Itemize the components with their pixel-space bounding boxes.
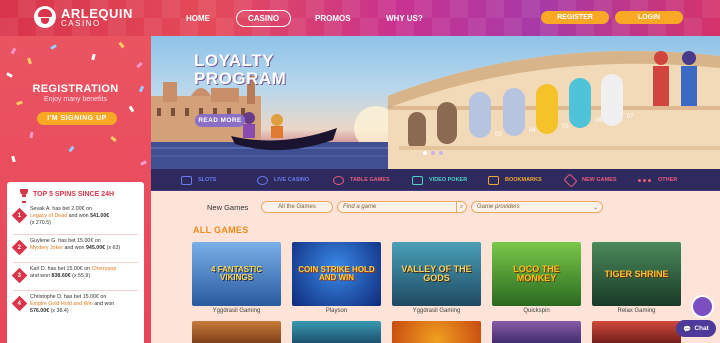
bookmark-icon xyxy=(488,175,499,185)
search-input[interactable]: Find a game ⌕ xyxy=(337,201,467,213)
logo-name: ARLEQUIN xyxy=(61,5,133,21)
game-provider: Quickspin xyxy=(523,308,550,314)
loyalty-avatar-icon[interactable] xyxy=(691,295,714,318)
spin-player: Sevak A. has bet 2.00€ on xyxy=(30,206,92,212)
spin-multiplier: (x 63) xyxy=(106,245,121,251)
game-provider: Yggdrasil Gaming xyxy=(412,308,461,314)
game-provider: Yggdrasil Gaming xyxy=(212,308,261,314)
category-table-games[interactable]: TABLE GAMES xyxy=(333,169,390,191)
game-thumbnail[interactable]: VALLEY OF THE GODS xyxy=(392,242,481,306)
spin-player: Christophe D. has bet 15.00€ on xyxy=(30,294,107,300)
game-provider: Playson xyxy=(325,308,348,314)
chevron-down-icon: ⌄ xyxy=(592,204,598,211)
dealer-icon xyxy=(257,175,268,185)
carousel-dots[interactable] xyxy=(423,151,443,155)
cards-icon xyxy=(412,175,423,185)
carousel-dot[interactable] xyxy=(423,151,427,155)
signup-button[interactable]: I'M SIGNING UP xyxy=(37,112,117,125)
game-thumbnail[interactable] xyxy=(392,321,481,343)
spin-rank: 2 xyxy=(17,244,22,251)
spin-multiplier: (x 38.4) xyxy=(50,308,69,314)
spin-rank: 4 xyxy=(17,300,22,307)
category-slots[interactable]: SLOTS xyxy=(181,169,216,191)
category-video-poker[interactable]: VIDEO POKER xyxy=(412,169,467,191)
games-section: New Games All the Games Find a game ⌕ Ga… xyxy=(151,191,720,343)
game-thumbnail[interactable]: 4 FANTASTIC VIKINGS xyxy=(192,242,281,306)
game-thumbnail[interactable] xyxy=(292,321,381,343)
filter-label: New Games xyxy=(207,203,249,212)
game-card[interactable]: LOCO THE MONKEY Quickspin xyxy=(492,242,581,314)
spin-game-link[interactable]: Mystery Joker xyxy=(30,245,63,251)
harlequin-logo-icon xyxy=(34,6,56,28)
login-button[interactable]: LOGIN xyxy=(615,11,683,24)
game-thumbnail[interactable]: COIN STRIKE HOLD AND WIN xyxy=(292,242,381,306)
game-card[interactable]: 4 FANTASTIC VIKINGS Yggdrasil Gaming xyxy=(192,242,281,314)
trophy-icon xyxy=(19,189,29,203)
loyalty-banner[interactable]: 03 04 05 06 07 LOYALTY PROGRAM READ MORE xyxy=(151,36,720,169)
top-spins-title: TOP 5 SPINS SINCE 24H xyxy=(33,190,115,198)
logo-subtitle: CASINO xyxy=(61,18,101,28)
spin-win: 541.00€ xyxy=(90,213,110,219)
game-card[interactable]: TIGER SHRINE Relax Gaming xyxy=(592,242,681,314)
hero-title: LOYALTY PROGRAM xyxy=(194,51,287,88)
registration-title: REGISTRATION xyxy=(32,83,119,95)
carousel-dot[interactable] xyxy=(439,151,443,155)
spin-item: 2 Guylene G. has bet 15.00€ on Mystery J… xyxy=(11,238,141,256)
spin-multiplier: (x 270.5) xyxy=(30,220,51,226)
spin-rank: 1 xyxy=(17,212,22,219)
category-other[interactable]: OTHER xyxy=(638,169,677,191)
spin-rank: 3 xyxy=(17,272,22,279)
game-card[interactable]: VALLEY OF THE GODS Yggdrasil Gaming xyxy=(392,242,481,314)
new-badge-icon xyxy=(563,172,578,188)
nav-home[interactable]: HOME xyxy=(186,14,210,23)
spin-item: 1 Sevak A. has bet 2.00€ on Legacy of De… xyxy=(11,206,141,227)
chat-icon: 💬 xyxy=(683,325,692,333)
more-dots-icon xyxy=(638,176,652,185)
chat-button[interactable]: 💬 Chat xyxy=(676,320,716,337)
game-thumbnail[interactable] xyxy=(192,321,281,343)
spin-win: 576.00€ xyxy=(30,308,50,314)
game-providers-select[interactable]: Game providers ⌄ xyxy=(471,201,603,213)
category-bookmarks[interactable]: BOOKMARKS xyxy=(488,169,542,191)
top-header: ARLEQUIN CASINO HOME CASINO PROMOS WHY U… xyxy=(0,0,720,36)
category-bar: SLOTS LIVE CASINO TABLE GAMES VIDEO POKE… xyxy=(151,169,720,191)
spin-item: 3 Karl D. has bet 15.00€ on Cherrypop an… xyxy=(11,266,141,284)
category-new-games[interactable]: NEW GAMES xyxy=(563,169,617,191)
game-card[interactable]: COIN STRIKE HOLD AND WIN Playson xyxy=(292,242,381,314)
nav-why-us[interactable]: WHY US? xyxy=(386,14,423,23)
spin-player: Guylene G. has bet 15.00€ on xyxy=(30,238,101,244)
spin-item: 4 Christophe D. has bet 15.00€ on Empire… xyxy=(11,294,141,315)
game-thumbnail[interactable]: TIGER SHRINE xyxy=(592,242,681,306)
game-provider: Relax Gaming xyxy=(617,308,656,314)
game-thumbnail[interactable] xyxy=(592,321,681,343)
search-icon[interactable]: ⌕ xyxy=(456,202,466,212)
spin-game-link[interactable]: Empire Gold Hold and Win xyxy=(30,301,93,307)
register-button[interactable]: REGISTER xyxy=(541,11,609,24)
spin-win: 838.60€ xyxy=(51,273,71,279)
game-thumbnail[interactable] xyxy=(492,321,581,343)
nav-casino[interactable]: CASINO xyxy=(236,9,292,27)
read-more-button[interactable]: READ MORE xyxy=(195,114,245,127)
roulette-icon xyxy=(333,175,344,185)
logo[interactable]: ARLEQUIN CASINO xyxy=(34,6,133,28)
registration-subtitle: Enjoy many benefits xyxy=(43,96,108,103)
spin-game-link[interactable]: Cherrypop xyxy=(92,266,117,272)
spin-player: Karl D. has bet 15.00€ on xyxy=(30,266,91,272)
spin-multiplier: (x 55.9) xyxy=(72,273,91,279)
category-live-casino[interactable]: LIVE CASINO xyxy=(257,169,309,191)
spin-win: 945.00€ xyxy=(85,245,106,251)
carousel-dot[interactable] xyxy=(431,151,435,155)
game-thumbnail[interactable]: LOCO THE MONKEY xyxy=(492,242,581,306)
nav-promos[interactable]: PROMOS xyxy=(315,14,351,23)
all-games-title: ALL GAMES xyxy=(193,225,249,235)
all-games-filter[interactable]: All the Games xyxy=(261,201,333,213)
top-spins-panel: TOP 5 SPINS SINCE 24H 1 Sevak A. has bet… xyxy=(7,182,144,343)
slot-machine-icon xyxy=(181,175,192,185)
left-sidebar: REGISTRATION Enjoy many benefits I'M SIG… xyxy=(0,36,151,343)
spin-game-link[interactable]: Legacy of Dead xyxy=(30,213,67,219)
